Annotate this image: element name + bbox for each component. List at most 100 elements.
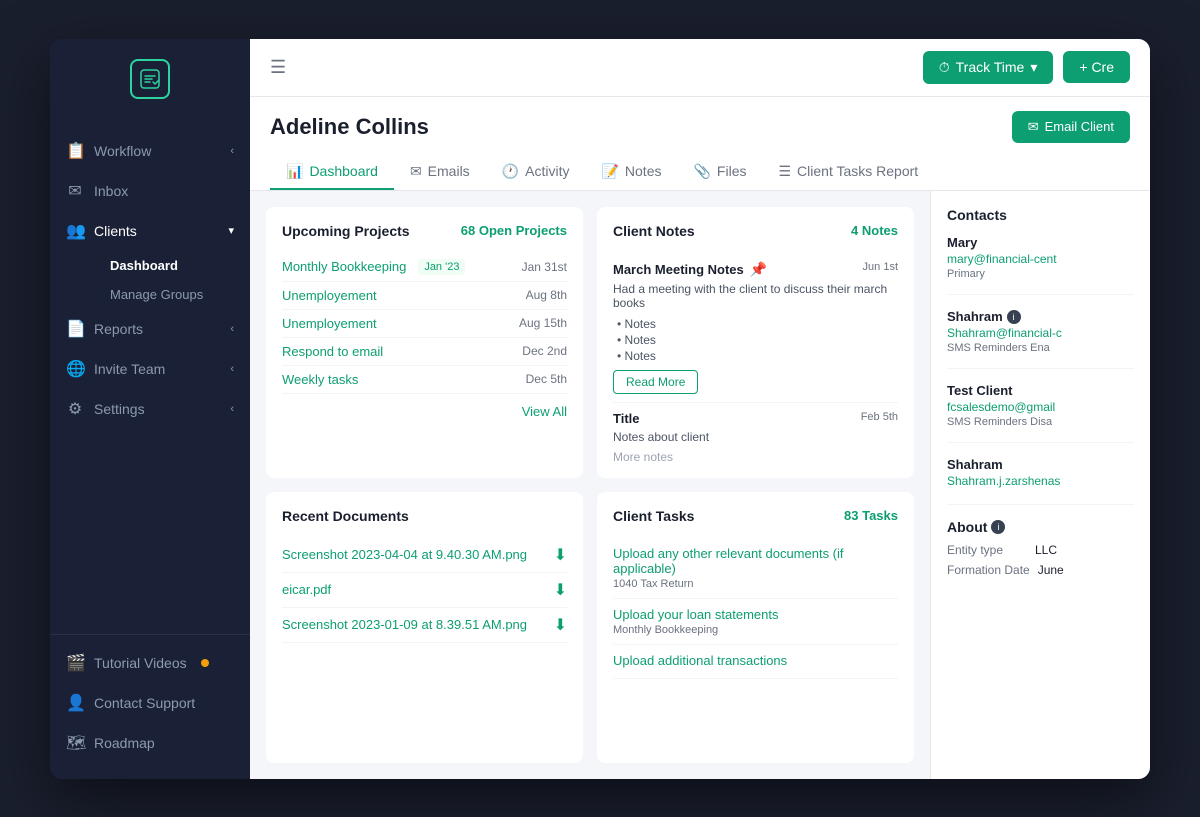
project-name-1[interactable]: Unemployement (282, 288, 377, 303)
tab-files-icon: 📎 (693, 163, 710, 180)
contact-sms-2: SMS Reminders Disa (947, 416, 1134, 428)
topbar: ☰ ⏱ Track Time ▾ + Cre (250, 39, 1150, 97)
sidebar-item-tutorial-videos[interactable]: 🎬 Tutorial Videos (50, 643, 250, 683)
track-time-button[interactable]: ⏱ Track Time ▾ (923, 51, 1054, 84)
upcoming-projects-count: 68 Open Projects (461, 223, 567, 238)
tab-dashboard-icon: 📊 (286, 163, 303, 180)
sidebar-item-workflow-label: Workflow (94, 143, 151, 159)
download-icon-0[interactable]: ⬇ (554, 545, 567, 565)
client-header: Adeline Collins ✉ Email Client 📊 Dashboa… (250, 97, 1150, 191)
client-notes-header: Client Notes 4 Notes (613, 223, 898, 239)
upcoming-projects-header: Upcoming Projects 68 Open Projects (282, 223, 567, 239)
note-entry-0: March Meeting Notes 📌 Jun 1st Had a meet… (613, 253, 898, 403)
about-info-icon: i (991, 520, 1005, 534)
tab-dashboard-label: Dashboard (309, 163, 378, 179)
email-client-label: Email Client (1045, 119, 1114, 134)
about-value-1: June (1038, 563, 1064, 577)
contact-email-2[interactable]: fcsalesdemo@gmail (947, 400, 1134, 414)
tab-activity[interactable]: 🕐 Activity (486, 155, 586, 190)
track-time-chevron: ▾ (1030, 59, 1037, 76)
project-date-2: Aug 15th (519, 316, 567, 330)
sidebar-item-clients[interactable]: 👥 Clients ▾ (50, 211, 250, 251)
tab-activity-label: Activity (525, 163, 569, 179)
project-date-1: Aug 8th (526, 288, 567, 302)
project-date-0: Jan 31st (522, 260, 567, 274)
read-more-button[interactable]: Read More (613, 370, 698, 394)
note-preview-0: Had a meeting with the client to discuss… (613, 282, 898, 310)
sidebar-item-tutorial-videos-label: Tutorial Videos (94, 655, 187, 671)
clock-icon: ⏱ (939, 59, 950, 76)
note-bullet-2: • Notes (617, 348, 898, 364)
sidebar-item-roadmap[interactable]: 🗺 Roadmap (50, 723, 250, 763)
upcoming-projects-view-all[interactable]: View All (282, 404, 567, 419)
contact-entry-3: Shahram Shahram.j.zarshenas (947, 457, 1134, 505)
task-item-2: Upload additional transactions (613, 645, 898, 679)
upcoming-projects-title: Upcoming Projects (282, 223, 410, 239)
note-header-0: March Meeting Notes 📌 Jun 1st (613, 261, 898, 278)
tab-emails[interactable]: ✉ Emails (394, 155, 486, 190)
note-header-1: Title Feb 5th (613, 411, 898, 426)
doc-name-2[interactable]: Screenshot 2023-01-09 at 8.39.51 AM.png (282, 617, 527, 632)
doc-name-0[interactable]: Screenshot 2023-04-04 at 9.40.30 AM.png (282, 547, 527, 562)
sidebar-item-reports-label: Reports (94, 321, 143, 337)
clients-submenu: Dashboard Manage Groups (50, 251, 250, 309)
project-item-4: Weekly tasks Dec 5th (282, 366, 567, 394)
download-icon-1[interactable]: ⬇ (554, 580, 567, 600)
contact-email-3[interactable]: Shahram.j.zarshenas (947, 474, 1134, 488)
create-button[interactable]: + Cre (1063, 51, 1130, 83)
task-item-0: Upload any other relevant documents (if … (613, 538, 898, 599)
client-tasks-count: 83 Tasks (844, 508, 898, 523)
email-client-button[interactable]: ✉ Email Client (1012, 111, 1130, 143)
sidebar-item-settings[interactable]: ⚙ Settings ‹ (50, 389, 250, 429)
sidebar-item-inbox-label: Inbox (94, 183, 128, 199)
download-icon-2[interactable]: ⬇ (554, 615, 567, 635)
task-sub-0: 1040 Tax Return (613, 578, 898, 590)
tab-activity-icon: 🕐 (502, 163, 519, 180)
upcoming-projects-card: Upcoming Projects 68 Open Projects Month… (266, 207, 583, 478)
about-title: About (947, 519, 987, 535)
create-label: + Cre (1079, 59, 1114, 75)
task-name-0[interactable]: Upload any other relevant documents (if … (613, 546, 898, 576)
doc-name-1[interactable]: eicar.pdf (282, 582, 331, 597)
client-tasks-header: Client Tasks 83 Tasks (613, 508, 898, 524)
tab-client-tasks-report-label: Client Tasks Report (797, 163, 918, 179)
contact-name-1: Shahram (947, 309, 1003, 324)
hamburger-menu[interactable]: ☰ (270, 57, 286, 78)
sidebar-item-contact-support[interactable]: 👤 Contact Support (50, 683, 250, 723)
invite-team-arrow: ‹ (230, 363, 234, 375)
about-value-0: LLC (1035, 543, 1057, 557)
task-name-2[interactable]: Upload additional transactions (613, 653, 898, 668)
sidebar-item-inbox[interactable]: ✉ Inbox (50, 171, 250, 211)
email-icon: ✉ (1028, 119, 1039, 135)
project-date-3: Dec 2nd (522, 344, 567, 358)
sidebar-item-workflow[interactable]: 📋 Workflow ‹ (50, 131, 250, 171)
client-tasks-card: Client Tasks 83 Tasks Upload any other r… (597, 492, 914, 763)
roadmap-icon: 🗺 (66, 733, 84, 753)
note-date-1: Feb 5th (861, 411, 898, 423)
about-row-1: Formation Date June (947, 563, 1134, 577)
tab-notes[interactable]: 📝 Notes (585, 155, 677, 190)
tab-client-tasks-report[interactable]: ☰ Client Tasks Report (762, 155, 934, 190)
sidebar-sub-dashboard[interactable]: Dashboard (94, 251, 250, 280)
about-title-row: About i (947, 519, 1134, 535)
tab-dashboard[interactable]: 📊 Dashboard (270, 155, 394, 190)
note-preview-1: Notes about client (613, 430, 898, 444)
sidebar-item-invite-team[interactable]: 🌐 Invite Team ‹ (50, 349, 250, 389)
task-sub-1: Monthly Bookkeeping (613, 624, 898, 636)
sidebar-item-reports[interactable]: 📄 Reports ‹ (50, 309, 250, 349)
sidebar-sub-manage-groups[interactable]: Manage Groups (94, 280, 250, 309)
contact-email-0[interactable]: mary@financial-cent (947, 252, 1134, 266)
project-name-3[interactable]: Respond to email (282, 344, 383, 359)
project-name-4[interactable]: Weekly tasks (282, 372, 358, 387)
content-main: Upcoming Projects 68 Open Projects Month… (250, 191, 930, 779)
project-name-0[interactable]: Monthly Bookkeeping (282, 259, 406, 274)
task-name-1[interactable]: Upload your loan statements (613, 607, 898, 622)
project-name-2[interactable]: Unemployement (282, 316, 377, 331)
client-notes-title: Client Notes (613, 223, 695, 239)
contact-email-1[interactable]: Shahram@financial-c (947, 326, 1134, 340)
sidebar-item-clients-label: Clients (94, 223, 137, 239)
about-section: About i Entity type LLC Formation Date J… (947, 519, 1134, 577)
workflow-arrow: ‹ (230, 145, 234, 157)
tab-files[interactable]: 📎 Files (677, 155, 762, 190)
about-label-0: Entity type (947, 543, 1027, 557)
